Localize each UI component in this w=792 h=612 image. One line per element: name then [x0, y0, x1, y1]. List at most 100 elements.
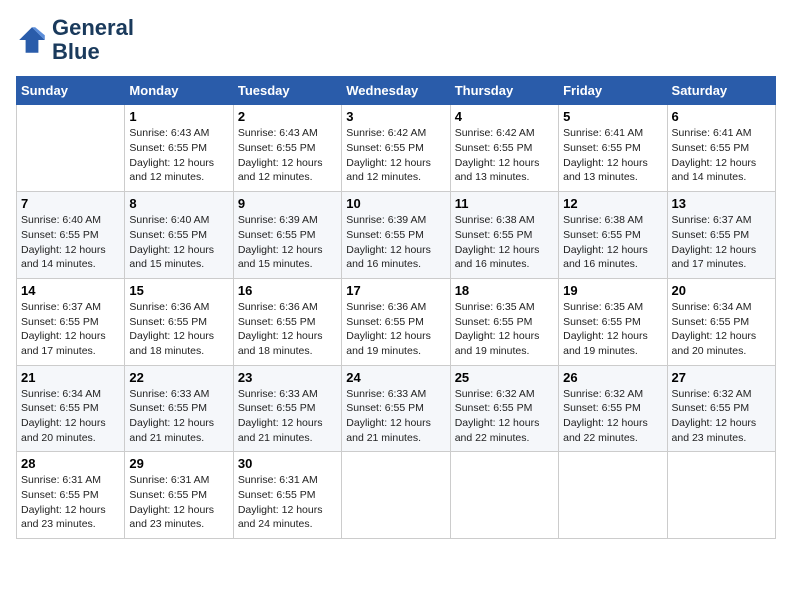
logo: General Blue	[16, 16, 134, 64]
day-info: Sunrise: 6:41 AM Sunset: 6:55 PM Dayligh…	[563, 126, 662, 185]
calendar-table: SundayMondayTuesdayWednesdayThursdayFrid…	[16, 76, 776, 539]
day-cell: 23Sunrise: 6:33 AM Sunset: 6:55 PM Dayli…	[233, 365, 341, 452]
day-cell: 22 Sunrise: 6:33 AM Sunset: 6:55 PM Dayli…	[125, 365, 233, 452]
day-cell: 24Sunrise: 6:33 AM Sunset: 6:55 PM Dayli…	[342, 365, 450, 452]
day-cell: 3 Sunrise: 6:42 AM Sunset: 6:55 PM Daylig…	[342, 105, 450, 192]
day-number: 7	[21, 196, 120, 211]
day-cell	[450, 452, 558, 539]
header-cell-thursday: Thursday	[450, 77, 558, 105]
day-cell: 16 Sunrise: 6:36 AM Sunset: 6:55 PM Dayli…	[233, 278, 341, 365]
day-cell: 15 Sunrise: 6:36 AM Sunset: 6:55 PM Dayli…	[125, 278, 233, 365]
day-number: 16	[238, 283, 337, 298]
calendar-body: 1 Sunrise: 6:43 AM Sunset: 6:55 PM Daylig…	[17, 105, 776, 539]
day-cell: 9Sunrise: 6:39 AM Sunset: 6:55 PM Daylig…	[233, 192, 341, 279]
day-info: Sunrise: 6:33 AM Sunset: 6:55 PM Dayligh…	[238, 387, 337, 446]
day-number: 22	[129, 370, 228, 385]
day-cell: 10 Sunrise: 6:39 AM Sunset: 6:55 PM Dayli…	[342, 192, 450, 279]
day-number: 17	[346, 283, 445, 298]
day-cell: 18 Sunrise: 6:35 AM Sunset: 6:55 PM Dayli…	[450, 278, 558, 365]
day-number: 5	[563, 109, 662, 124]
day-number: 11	[455, 196, 554, 211]
day-number: 14	[21, 283, 120, 298]
day-info: Sunrise: 6:39 AM Sunset: 6:55 PM Dayligh…	[238, 213, 337, 272]
day-cell: 28 Sunrise: 6:31 AM Sunset: 6:55 PM Dayli…	[17, 452, 125, 539]
week-row-4: 21Sunrise: 6:34 AM Sunset: 6:55 PM Dayli…	[17, 365, 776, 452]
day-info: Sunrise: 6:37 AM Sunset: 6:55 PM Dayligh…	[21, 300, 120, 359]
day-info: Sunrise: 6:35 AM Sunset: 6:55 PM Dayligh…	[455, 300, 554, 359]
day-info: Sunrise: 6:31 AM Sunset: 6:55 PM Dayligh…	[129, 473, 228, 532]
day-cell: 12 Sunrise: 6:38 AM Sunset: 6:55 PM Dayli…	[559, 192, 667, 279]
day-cell: 6Sunrise: 6:41 AM Sunset: 6:55 PM Daylig…	[667, 105, 775, 192]
day-number: 3	[346, 109, 445, 124]
day-number: 25	[455, 370, 554, 385]
day-number: 26	[563, 370, 662, 385]
day-cell: 8 Sunrise: 6:40 AM Sunset: 6:55 PM Daylig…	[125, 192, 233, 279]
day-cell: 1 Sunrise: 6:43 AM Sunset: 6:55 PM Daylig…	[125, 105, 233, 192]
day-info: Sunrise: 6:38 AM Sunset: 6:55 PM Dayligh…	[563, 213, 662, 272]
day-cell: 13Sunrise: 6:37 AM Sunset: 6:55 PM Dayli…	[667, 192, 775, 279]
day-cell: 7 Sunrise: 6:40 AM Sunset: 6:55 PM Daylig…	[17, 192, 125, 279]
week-row-2: 7 Sunrise: 6:40 AM Sunset: 6:55 PM Daylig…	[17, 192, 776, 279]
header-cell-monday: Monday	[125, 77, 233, 105]
day-info: Sunrise: 6:32 AM Sunset: 6:55 PM Dayligh…	[455, 387, 554, 446]
day-cell: 19Sunrise: 6:35 AM Sunset: 6:55 PM Dayli…	[559, 278, 667, 365]
page-header: General Blue	[16, 16, 776, 64]
week-row-3: 14 Sunrise: 6:37 AM Sunset: 6:55 PM Dayli…	[17, 278, 776, 365]
day-number: 27	[672, 370, 771, 385]
day-info: Sunrise: 6:43 AM Sunset: 6:55 PM Dayligh…	[238, 126, 337, 185]
header-cell-sunday: Sunday	[17, 77, 125, 105]
day-cell: 20Sunrise: 6:34 AM Sunset: 6:55 PM Dayli…	[667, 278, 775, 365]
day-info: Sunrise: 6:42 AM Sunset: 6:55 PM Dayligh…	[455, 126, 554, 185]
day-cell: 27 Sunrise: 6:32 AM Sunset: 6:55 PM Dayli…	[667, 365, 775, 452]
day-cell: 26Sunrise: 6:32 AM Sunset: 6:55 PM Dayli…	[559, 365, 667, 452]
header-cell-wednesday: Wednesday	[342, 77, 450, 105]
day-cell	[342, 452, 450, 539]
day-cell: 21Sunrise: 6:34 AM Sunset: 6:55 PM Dayli…	[17, 365, 125, 452]
day-number: 28	[21, 456, 120, 471]
day-cell	[17, 105, 125, 192]
day-info: Sunrise: 6:31 AM Sunset: 6:55 PM Dayligh…	[21, 473, 120, 532]
day-info: Sunrise: 6:33 AM Sunset: 6:55 PM Dayligh…	[346, 387, 445, 446]
day-cell	[559, 452, 667, 539]
day-cell: 14 Sunrise: 6:37 AM Sunset: 6:55 PM Dayli…	[17, 278, 125, 365]
day-number: 8	[129, 196, 228, 211]
day-number: 29	[129, 456, 228, 471]
calendar-header: SundayMondayTuesdayWednesdayThursdayFrid…	[17, 77, 776, 105]
day-info: Sunrise: 6:40 AM Sunset: 6:55 PM Dayligh…	[129, 213, 228, 272]
day-info: Sunrise: 6:39 AM Sunset: 6:55 PM Dayligh…	[346, 213, 445, 272]
day-number: 2	[238, 109, 337, 124]
day-cell: 5 Sunrise: 6:41 AM Sunset: 6:55 PM Daylig…	[559, 105, 667, 192]
week-row-1: 1 Sunrise: 6:43 AM Sunset: 6:55 PM Daylig…	[17, 105, 776, 192]
day-info: Sunrise: 6:36 AM Sunset: 6:55 PM Dayligh…	[238, 300, 337, 359]
header-cell-friday: Friday	[559, 77, 667, 105]
day-number: 10	[346, 196, 445, 211]
day-info: Sunrise: 6:33 AM Sunset: 6:55 PM Dayligh…	[129, 387, 228, 446]
header-row: SundayMondayTuesdayWednesdayThursdayFrid…	[17, 77, 776, 105]
day-info: Sunrise: 6:36 AM Sunset: 6:55 PM Dayligh…	[129, 300, 228, 359]
day-info: Sunrise: 6:43 AM Sunset: 6:55 PM Dayligh…	[129, 126, 228, 185]
day-info: Sunrise: 6:38 AM Sunset: 6:55 PM Dayligh…	[455, 213, 554, 272]
day-info: Sunrise: 6:34 AM Sunset: 6:55 PM Dayligh…	[672, 300, 771, 359]
day-cell: 17Sunrise: 6:36 AM Sunset: 6:55 PM Dayli…	[342, 278, 450, 365]
day-number: 12	[563, 196, 662, 211]
day-number: 18	[455, 283, 554, 298]
day-cell: 11 Sunrise: 6:38 AM Sunset: 6:55 PM Dayli…	[450, 192, 558, 279]
day-number: 13	[672, 196, 771, 211]
day-cell	[667, 452, 775, 539]
day-cell: 30Sunrise: 6:31 AM Sunset: 6:55 PM Dayli…	[233, 452, 341, 539]
day-info: Sunrise: 6:35 AM Sunset: 6:55 PM Dayligh…	[563, 300, 662, 359]
header-cell-saturday: Saturday	[667, 77, 775, 105]
day-cell: 2 Sunrise: 6:43 AM Sunset: 6:55 PM Daylig…	[233, 105, 341, 192]
logo-text: General Blue	[52, 16, 134, 64]
day-cell: 4 Sunrise: 6:42 AM Sunset: 6:55 PM Daylig…	[450, 105, 558, 192]
day-number: 21	[21, 370, 120, 385]
day-number: 6	[672, 109, 771, 124]
day-info: Sunrise: 6:42 AM Sunset: 6:55 PM Dayligh…	[346, 126, 445, 185]
week-row-5: 28 Sunrise: 6:31 AM Sunset: 6:55 PM Dayli…	[17, 452, 776, 539]
day-info: Sunrise: 6:32 AM Sunset: 6:55 PM Dayligh…	[672, 387, 771, 446]
day-number: 15	[129, 283, 228, 298]
day-info: Sunrise: 6:40 AM Sunset: 6:55 PM Dayligh…	[21, 213, 120, 272]
day-number: 4	[455, 109, 554, 124]
logo-icon	[16, 24, 48, 56]
day-number: 1	[129, 109, 228, 124]
